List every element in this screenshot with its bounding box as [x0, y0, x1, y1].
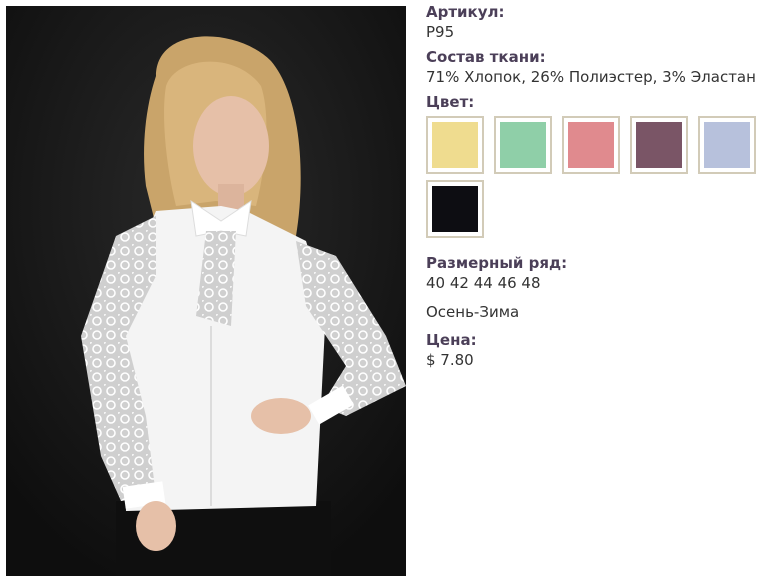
product-photo	[6, 6, 406, 576]
blouse-model-image	[6, 6, 406, 576]
price-value: $ 7.80	[426, 351, 474, 369]
fabric-block: Состав ткани: 71% Хлопок, 26% Полиэстер,…	[426, 47, 766, 87]
article-value: P95	[426, 23, 455, 41]
color-swatch-black[interactable]	[426, 180, 484, 238]
color-label: Цвет:	[426, 93, 475, 111]
color-chip	[432, 186, 478, 232]
price-label: Цена:	[426, 331, 477, 349]
color-swatches	[426, 116, 771, 244]
article-block: Артикул: P95	[426, 2, 766, 42]
color-chip	[432, 122, 478, 168]
price-block: Цена: $ 7.80	[426, 330, 766, 370]
article-label: Артикул:	[426, 3, 505, 21]
color-swatch-light-blue[interactable]	[698, 116, 756, 174]
size-label: Размерный ряд:	[426, 254, 568, 272]
fabric-value: 71% Хлопок, 26% Полиэстер, 3% Эластан	[426, 68, 756, 86]
color-chip	[704, 122, 750, 168]
color-swatch-pink[interactable]	[562, 116, 620, 174]
color-chip	[636, 122, 682, 168]
fabric-label: Состав ткани:	[426, 48, 546, 66]
color-chip	[568, 122, 614, 168]
product-info: Артикул: P95 Состав ткани: 71% Хлопок, 2…	[426, 2, 766, 375]
color-chip	[500, 122, 546, 168]
color-swatch-mauve[interactable]	[630, 116, 688, 174]
color-swatch-mint[interactable]	[494, 116, 552, 174]
color-swatch-yellow[interactable]	[426, 116, 484, 174]
size-block: Размерный ряд: 40 42 44 46 48	[426, 253, 766, 293]
size-value: 40 42 44 46 48	[426, 274, 541, 292]
color-block: Цвет:	[426, 92, 766, 244]
season-text: Осень-Зима	[426, 303, 520, 321]
